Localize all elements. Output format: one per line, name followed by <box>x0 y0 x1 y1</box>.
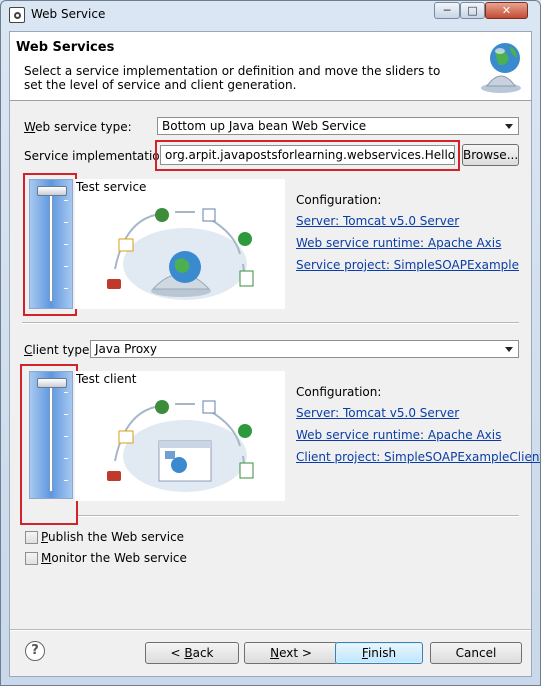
wizard-header: Web Services Select a service implementa… <box>10 32 531 101</box>
monitor-checkbox[interactable] <box>25 552 38 565</box>
web-service-globe-icon <box>481 43 521 93</box>
web-service-type-combo[interactable]: Bottom up Java bean Web Service <box>157 117 519 135</box>
publish-label[interactable]: Publish the Web service <box>41 530 184 544</box>
service-diagram: Test service <box>75 179 285 309</box>
back-button[interactable]: < Back <box>145 642 239 664</box>
slider-tick <box>64 266 68 267</box>
service-lifecycle-icon <box>107 208 254 300</box>
slider-tick <box>64 200 68 201</box>
page-description: Select a service implementation or defin… <box>24 64 441 92</box>
client-server-link[interactable]: Server: Tomcat v5.0 Server <box>296 406 459 420</box>
slider-tick <box>64 288 68 289</box>
slider-tick <box>64 458 68 459</box>
slider-tick <box>64 222 68 223</box>
monitor-label[interactable]: Monitor the Web service <box>41 551 187 565</box>
client-type-value: Java Proxy <box>95 342 158 356</box>
service-implementation-input[interactable]: org.arpit.javapostsforlearning.webservic… <box>160 145 455 165</box>
client-level-slider[interactable] <box>29 371 73 499</box>
slider-tick <box>64 244 68 245</box>
close-button[interactable]: ✕ <box>485 2 528 19</box>
client-slider-thumb[interactable] <box>37 378 67 388</box>
web-service-type-label: Web service type: <box>24 120 132 134</box>
service-level-slider[interactable] <box>29 179 73 309</box>
window-title: Web Service <box>31 7 106 21</box>
minimize-button[interactable]: ─ <box>434 2 460 19</box>
chevron-down-icon <box>502 119 516 133</box>
service-project-link[interactable]: Service project: SimpleSOAPExample <box>296 258 519 272</box>
service-config-heading: Configuration: <box>296 193 382 207</box>
client-project-link[interactable]: Client project: SimpleSOAPExampleClient <box>296 450 540 464</box>
page-title: Web Services <box>16 40 115 55</box>
browse-button[interactable]: Browse... <box>462 144 519 166</box>
slider-tick <box>64 436 68 437</box>
title-bar[interactable]: Web Service ─ □ ✕ <box>1 1 540 29</box>
finish-button[interactable]: Finish <box>335 642 423 664</box>
client-type-label: Client type: <box>24 343 94 357</box>
eclipse-icon <box>9 7 25 23</box>
service-slider-track <box>49 186 53 302</box>
button-bar-divider <box>10 629 531 631</box>
slider-tick <box>64 392 68 393</box>
slider-tick <box>64 414 68 415</box>
client-runtime-link[interactable]: Web service runtime: Apache Axis <box>296 428 501 442</box>
service-slider-caption: Test service <box>76 180 147 194</box>
publish-checkbox[interactable] <box>25 531 38 544</box>
maximize-button[interactable]: □ <box>460 2 485 19</box>
client-lifecycle-icon <box>107 400 254 492</box>
service-slider-thumb[interactable] <box>37 186 67 196</box>
slider-tick <box>64 480 68 481</box>
client-slider-caption: Test client <box>76 372 137 386</box>
cancel-button[interactable]: Cancel <box>430 642 522 664</box>
client-config-heading: Configuration: <box>296 385 382 399</box>
web-service-type-value: Bottom up Java bean Web Service <box>162 119 367 133</box>
service-runtime-link[interactable]: Web service runtime: Apache Axis <box>296 236 501 250</box>
section-divider <box>78 515 519 517</box>
chevron-down-icon <box>502 342 516 356</box>
client-diagram: Test client <box>75 371 285 501</box>
section-divider <box>22 322 519 324</box>
dialog-content: Web Services Select a service implementa… <box>9 31 540 677</box>
service-server-link[interactable]: Server: Tomcat v5.0 Server <box>296 214 459 228</box>
help-icon[interactable]: ? <box>25 641 45 661</box>
web-service-dialog: Web Service ─ □ ✕ Web Services Select a … <box>0 0 541 686</box>
client-type-combo[interactable]: Java Proxy <box>90 340 519 358</box>
next-button[interactable]: Next > <box>244 642 338 664</box>
client-slider-track <box>49 378 53 492</box>
service-implementation-label: Service implementation: <box>24 149 172 163</box>
